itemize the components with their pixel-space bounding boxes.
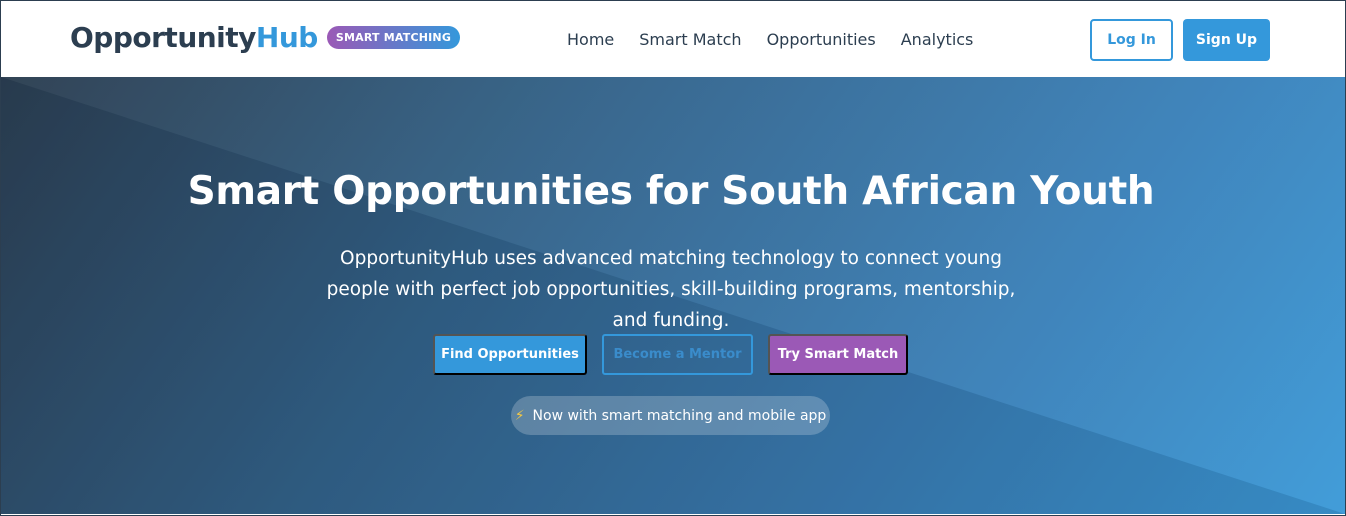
brand-name-part2: Hub [255, 21, 318, 54]
navbar: OpportunityHub SMART MATCHING Home Smart… [1, 1, 1345, 77]
nav-link-smart-match[interactable]: Smart Match [639, 30, 741, 49]
hero-title: Smart Opportunities for South African Yo… [187, 169, 1155, 214]
main-nav: Home Smart Match Opportunities Analytics [567, 30, 973, 49]
brand-name-part1: Opportunity [70, 21, 256, 54]
hero-section: Smart Opportunities for South African Yo… [1, 77, 1345, 514]
nav-link-analytics[interactable]: Analytics [901, 30, 974, 49]
brand-name: OpportunityHub [70, 21, 318, 54]
lightning-bolt-icon: ⚡ [514, 407, 525, 424]
announcement-pill: ⚡ Now with smart matching and mobile app [511, 396, 830, 435]
become-mentor-button[interactable]: Become a Mentor [602, 334, 753, 375]
nav-link-opportunities[interactable]: Opportunities [767, 30, 876, 49]
hero-description: OpportunityHub uses advanced matching te… [326, 248, 1016, 331]
nav-link-home[interactable]: Home [567, 30, 614, 49]
announcement-text: Now with smart matching and mobile app [532, 407, 827, 424]
signup-button[interactable]: Sign Up [1183, 19, 1270, 61]
login-button[interactable]: Log In [1090, 19, 1173, 61]
page-frame: OpportunityHub SMART MATCHING Home Smart… [0, 0, 1346, 516]
find-opportunities-button[interactable]: Find Opportunities [433, 334, 587, 375]
brand-logo[interactable]: OpportunityHub SMART MATCHING [70, 21, 461, 54]
try-smart-match-button[interactable]: Try Smart Match [768, 334, 908, 375]
smart-matching-badge: SMART MATCHING [326, 26, 461, 49]
